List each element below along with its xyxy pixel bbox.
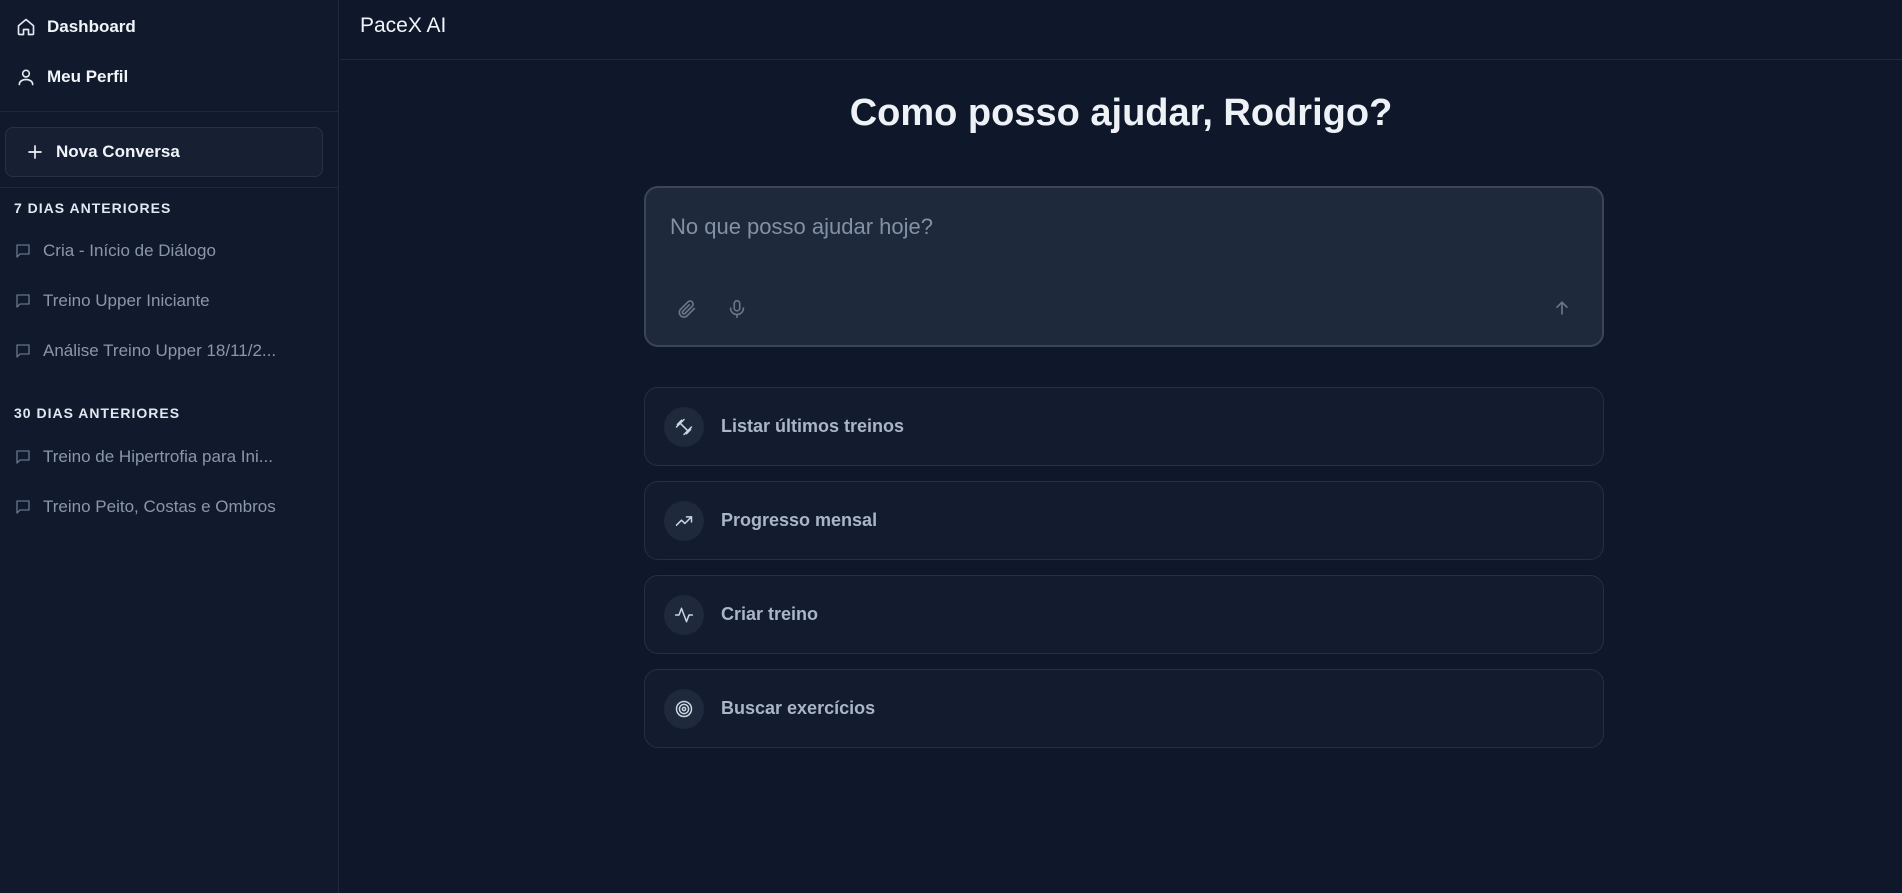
- message-icon: [14, 498, 32, 516]
- plus-icon: [26, 143, 44, 161]
- conversation-label: Análise Treino Upper 18/11/2...: [43, 341, 277, 360]
- send-button[interactable]: [1552, 298, 1576, 322]
- nav-dashboard-label: Dashboard: [47, 17, 136, 36]
- conversation-item[interactable]: Treino Peito, Costas e Ombros: [14, 493, 294, 521]
- new-conversation-label: Nova Conversa: [56, 142, 180, 161]
- conversation-item[interactable]: Análise Treino Upper 18/11/2...: [14, 337, 294, 365]
- microphone-icon[interactable]: [726, 298, 750, 322]
- greeting-heading: Como posso ajudar, Rodrigo?: [849, 92, 1393, 134]
- suggestion-label: Listar últimos treinos: [721, 416, 905, 436]
- conversation-item[interactable]: Treino de Hipertrofia para Ini...: [14, 443, 294, 471]
- home-icon: [16, 17, 36, 37]
- dumbbell-icon: [664, 406, 704, 447]
- message-icon: [14, 448, 32, 466]
- sidebar: Dashboard Meu Perfil Nova Conversa 7 DIA…: [0, 0, 339, 893]
- activity-icon: [664, 594, 704, 635]
- arrow-up-icon: [1552, 298, 1576, 318]
- message-icon: [14, 242, 32, 260]
- conversation-label: Treino de Hipertrofia para Ini...: [43, 447, 273, 466]
- paperclip-icon[interactable]: [676, 298, 700, 322]
- conversation-label: Treino Peito, Costas e Ombros: [43, 497, 276, 516]
- suggestion-search-exercises[interactable]: Buscar exercícios: [644, 669, 1604, 748]
- sidebar-divider: [0, 187, 339, 188]
- message-icon: [14, 292, 32, 310]
- nav-dashboard[interactable]: Dashboard: [16, 12, 136, 42]
- target-icon: [664, 688, 704, 729]
- section-title-30-days: 30 DIAS ANTERIORES: [14, 405, 181, 421]
- conversation-label: Cria - Início de Diálogo: [43, 241, 216, 260]
- new-conversation-button[interactable]: Nova Conversa: [5, 127, 323, 177]
- app-title: PaceX AI: [360, 14, 447, 37]
- top-bar: PaceX AI: [340, 0, 1902, 60]
- nav-profile-label: Meu Perfil: [47, 67, 129, 86]
- suggestion-label: Criar treino: [721, 604, 819, 624]
- user-icon: [16, 67, 36, 87]
- conversation-item[interactable]: Treino Upper Iniciante: [14, 287, 294, 315]
- suggestion-label: Buscar exercícios: [721, 698, 876, 718]
- message-composer: [644, 186, 1604, 347]
- suggestion-list-workouts[interactable]: Listar últimos treinos: [644, 387, 1604, 466]
- sidebar-divider: [0, 111, 339, 112]
- conversation-label: Treino Upper Iniciante: [43, 291, 210, 310]
- message-icon: [14, 342, 32, 360]
- suggestion-label: Progresso mensal: [721, 510, 878, 530]
- suggestion-create-workout[interactable]: Criar treino: [644, 575, 1604, 654]
- suggestion-monthly-progress[interactable]: Progresso mensal: [644, 481, 1604, 560]
- section-title-7-days: 7 DIAS ANTERIORES: [14, 200, 172, 216]
- conversation-item[interactable]: Cria - Início de Diálogo: [14, 237, 294, 265]
- trending-up-icon: [664, 500, 704, 541]
- message-input[interactable]: [670, 214, 1570, 254]
- nav-profile[interactable]: Meu Perfil: [16, 62, 128, 92]
